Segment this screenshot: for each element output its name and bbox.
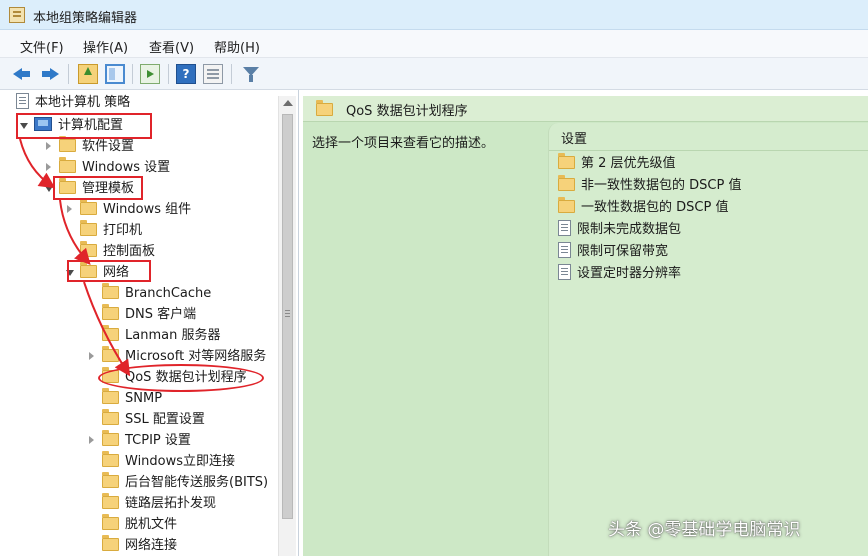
title-bar: 本地组策略编辑器	[0, 0, 868, 30]
folder-icon	[102, 409, 119, 425]
export-list-icon[interactable]	[140, 64, 160, 84]
tree-node-tcpip-settings[interactable]: TCPIP 设置	[88, 430, 191, 451]
list-item[interactable]: 限制可保留带宽	[558, 242, 668, 262]
menu-bar: 文件(F) 操作(A) 查看(V) 帮助(H)	[0, 30, 868, 58]
tree-node-bits[interactable]: 后台智能传送服务(BITS)	[102, 472, 268, 493]
folder-icon	[102, 514, 119, 530]
list-item[interactable]: 第 2 层优先级值	[558, 153, 676, 174]
properties-icon[interactable]	[203, 64, 223, 84]
details-title: QoS 数据包计划程序	[346, 104, 468, 119]
description-text: 选择一个项目来查看它的描述。	[312, 136, 495, 151]
folder-icon	[102, 535, 119, 551]
help-icon[interactable]: ?	[176, 64, 196, 84]
tree-node-ssl-config[interactable]: SSL 配置设置	[102, 409, 205, 430]
column-header-setting[interactable]: 设置	[561, 128, 587, 147]
folder-icon	[102, 493, 119, 509]
folder-icon	[102, 430, 119, 446]
menu-file[interactable]: 文件(F)	[20, 37, 64, 56]
menu-help[interactable]: 帮助(H)	[214, 37, 260, 56]
toolbar-separator	[132, 64, 133, 84]
details-pane: QoS 数据包计划程序 选择一个项目来查看它的描述。 设置 第 2 层优先级值 …	[303, 96, 868, 556]
list-item[interactable]: 设置定时器分辨率	[558, 264, 681, 284]
policy-setting-icon	[558, 242, 571, 258]
folder-icon	[558, 175, 575, 191]
list-item[interactable]: 非一致性数据包的 DSCP 值	[558, 175, 741, 196]
scroll-up-arrow-icon[interactable]	[283, 100, 293, 106]
folder-icon	[102, 451, 119, 467]
arrow-to-qos	[83, 281, 131, 377]
filter-icon[interactable]	[241, 64, 261, 84]
arrow-to-network	[59, 199, 91, 265]
arrow-to-admin-templates	[19, 138, 56, 189]
tree-node-windows-connect-now[interactable]: Windows立即连接	[102, 451, 235, 472]
tree-scrollbar[interactable]	[278, 96, 296, 556]
window-title: 本地组策略编辑器	[33, 11, 138, 26]
menu-action[interactable]: 操作(A)	[83, 37, 128, 56]
list-item[interactable]: 一致性数据包的 DSCP 值	[558, 197, 728, 218]
policy-setting-icon	[558, 220, 571, 236]
toolbar-separator	[231, 64, 232, 84]
expand-arrow-icon[interactable]	[88, 431, 98, 451]
back-arrow-icon[interactable]	[12, 64, 32, 84]
console-tree: 本地计算机 策略 计算机配置 软件设置 Windows 设置 管理模板 Wind…	[0, 90, 299, 556]
annotation-arrows	[19, 138, 131, 377]
forward-arrow-icon[interactable]	[40, 64, 60, 84]
list-item[interactable]: 限制未完成数据包	[558, 220, 681, 240]
folder-icon	[558, 153, 575, 169]
policy-setting-icon	[558, 264, 571, 280]
tree-node-snmp[interactable]: SNMP	[102, 388, 162, 409]
scrollbar-thumb[interactable]	[282, 114, 293, 519]
settings-list: 设置 第 2 层优先级值 非一致性数据包的 DSCP 值 一致性数据包的 DSC…	[548, 123, 868, 556]
folder-icon	[102, 472, 119, 488]
app-icon	[9, 7, 25, 23]
folder-icon	[316, 100, 333, 116]
folder-icon	[102, 388, 119, 404]
toolbar-separator	[68, 64, 69, 84]
up-folder-icon[interactable]	[78, 64, 98, 84]
tree-node-network-connections[interactable]: 网络连接	[102, 535, 177, 556]
tree-node-link-layer-topology[interactable]: 链路层拓扑发现	[102, 493, 216, 514]
toolbar: ?	[0, 58, 868, 90]
toolbar-separator	[168, 64, 169, 84]
tree-node-offline-files[interactable]: 脱机文件	[102, 514, 177, 535]
watermark-text: 头条 @零基础学电脑常识	[608, 520, 801, 540]
header-divider	[549, 150, 868, 151]
menu-view[interactable]: 查看(V)	[149, 37, 194, 56]
grip-icon	[285, 310, 290, 311]
details-header: QoS 数据包计划程序	[303, 96, 868, 122]
folder-icon	[558, 197, 575, 213]
show-console-tree-icon[interactable]	[105, 64, 125, 84]
